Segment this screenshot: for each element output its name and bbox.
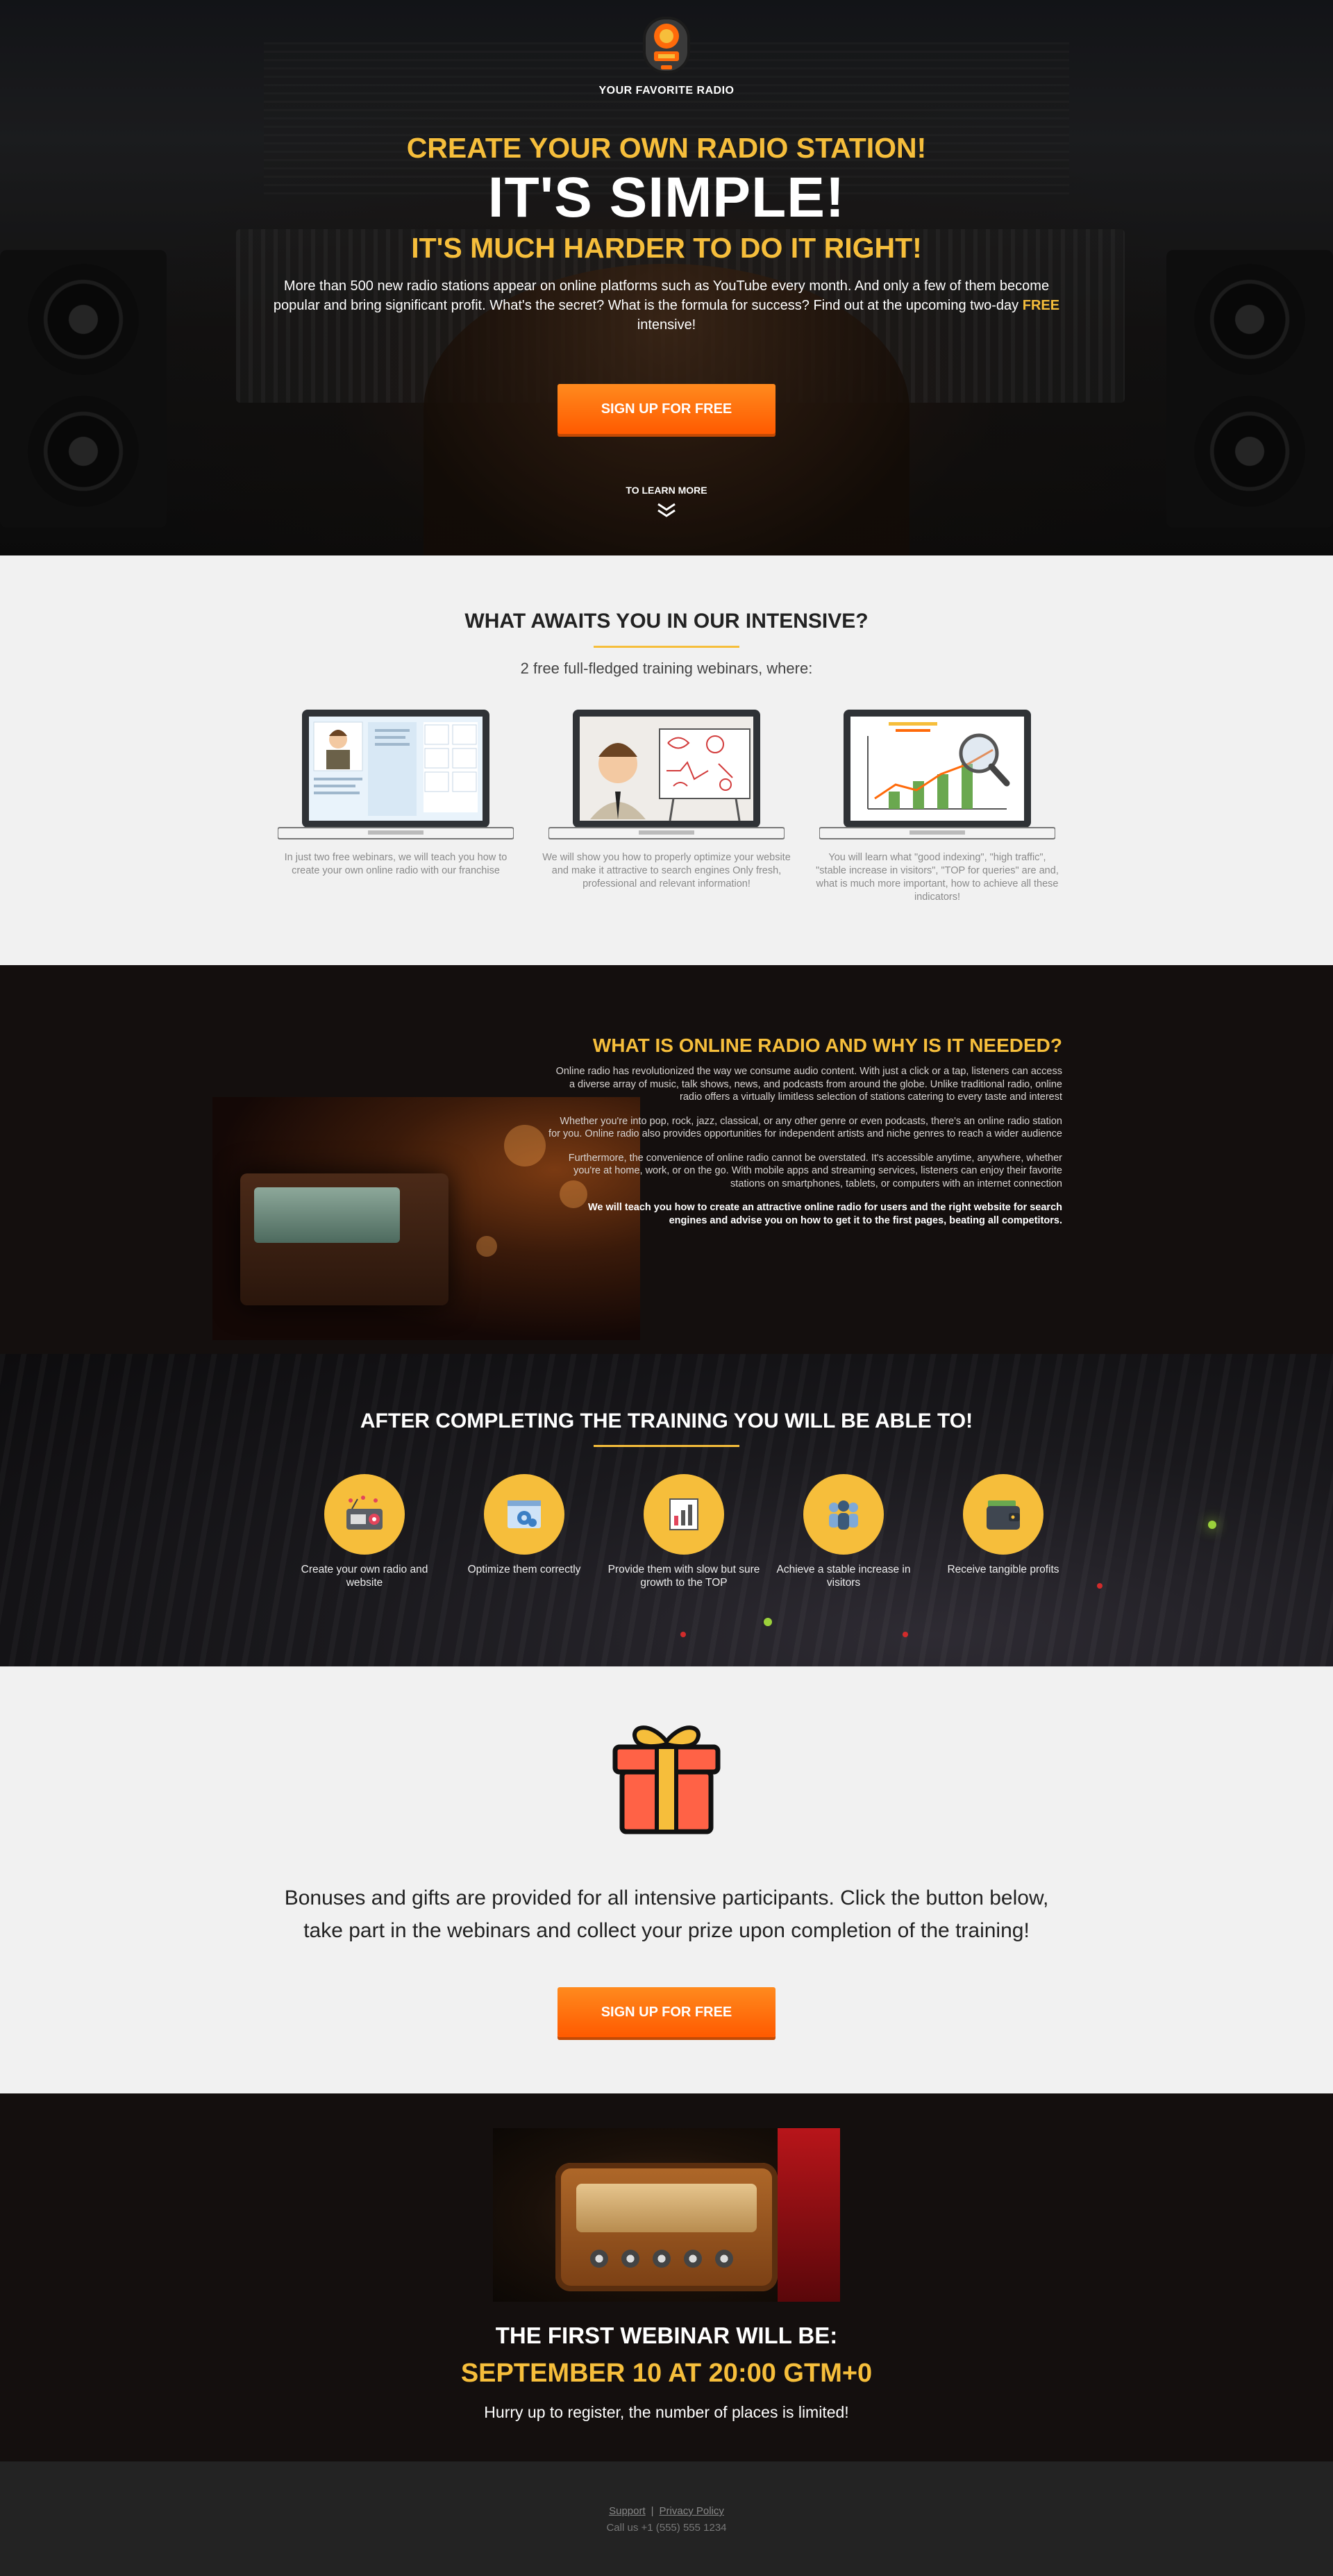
settings-window-icon (508, 1500, 541, 1528)
privacy-policy-link[interactable]: Privacy Policy (660, 2505, 724, 2517)
bar-chart-icon (669, 1498, 698, 1530)
webinar-section: THE FIRST WEBINAR WILL BE: SEPTEMBER 10 … (0, 2093, 1333, 2461)
hero-lead-text: More than 500 new radio stations appear … (273, 278, 1050, 313)
footer-phone: Call us +1 (555) 555 1234 (606, 2522, 727, 2534)
webinar-card: In just two free webinars, we will teach… (271, 708, 521, 878)
awaits-section: WHAT AWAITS YOU IN OUR INTENSIVE? 2 free… (0, 555, 1333, 965)
gift-icon (612, 1725, 721, 1834)
skill-item: Create your own radio and website (285, 1474, 444, 1589)
awaits-title: WHAT AWAITS YOU IN OUR INTENSIVE? (464, 610, 869, 633)
skill-label: Receive tangible profits (947, 1564, 1059, 1575)
awaits-subtitle: 2 free full-fledged training webinars, w… (520, 660, 813, 677)
footer: Support | Privacy Policy Call us +1 (555) … (0, 2461, 1333, 2576)
footer-links: Support | Privacy Policy (0, 2505, 1333, 2517)
skill-item: Achieve a stable increase in visitors (764, 1474, 923, 1589)
bonus-section: Bonuses and gifts are provided for all i… (0, 1666, 1333, 2093)
webinar-card-text: You will learn what "good indexing", "hi… (816, 852, 1059, 903)
title-underline (594, 1445, 739, 1447)
skill-label: Create your own radio and website (301, 1564, 428, 1589)
skill-label: Optimize them correctly (467, 1564, 581, 1575)
online-radio-highlight: We will teach you how to create an attra… (587, 1202, 1062, 1226)
skills-section: AFTER COMPLETING THE TRAINING YOU WILL B… (0, 1354, 1333, 1666)
logo-text: YOUR FAVORITE RADIO (598, 85, 735, 97)
laptop-analytics-icon (819, 710, 1055, 839)
online-radio-paragraph: Online radio has revolutionized the way … (555, 1066, 1062, 1103)
online-radio-text: WHAT IS ONLINE RADIO AND WHY IS IT NEEDE… (548, 1035, 1062, 1238)
webinar-title: THE FIRST WEBINAR WILL BE: (495, 2323, 838, 2348)
online-radio-paragraph: Whether you're into pop, rock, jazz, cla… (548, 1115, 1062, 1140)
people-icon (829, 1500, 858, 1530)
skill-item: Optimize them correctly (444, 1474, 604, 1576)
footer-separator: | (651, 2505, 654, 2517)
hero-lead-end: intensive! (637, 317, 696, 333)
retro-radio-photo (493, 2128, 840, 2302)
hero-lead: More than 500 new radio stations appear … (264, 276, 1069, 335)
hero-kicker: CREATE YOUR OWN RADIO STATION! (406, 132, 927, 164)
radio-icon (346, 1496, 383, 1530)
free-highlight: FREE (1022, 298, 1060, 313)
bonus-text-line: Bonuses and gifts are provided for all i… (284, 1887, 1049, 1909)
webinar-card: We will show you how to properly optimiz… (542, 708, 791, 891)
skill-item: Provide them with slow but sure growth t… (604, 1474, 764, 1589)
skill-item: Receive tangible profits (923, 1474, 1083, 1576)
webinar-card-text: We will show you how to properly optimiz… (542, 852, 791, 889)
skill-label: Achieve a stable increase in visitors (776, 1564, 911, 1589)
hero-section: YOUR FAVORITE RADIO CREATE YOUR OWN RADI… (0, 0, 1333, 555)
hero-subheadline: IT'S MUCH HARDER TO DO IT RIGHT! (411, 232, 922, 264)
title-underline (594, 646, 739, 648)
hero-headline: IT'S SIMPLE! (487, 166, 846, 229)
webinar-notice: Hurry up to register, the number of plac… (484, 2403, 849, 2421)
bonus-text: Bonuses and gifts are provided for all i… (264, 1882, 1069, 1947)
learn-more-link[interactable]: TO LEARN MORE (0, 485, 1333, 496)
laptop-profile-icon (278, 710, 514, 839)
skills-title: AFTER COMPLETING THE TRAINING YOU WILL B… (360, 1410, 973, 1432)
online-radio-section: WHAT IS ONLINE RADIO AND WHY IS IT NEEDE… (0, 965, 1333, 1354)
radio-logo-icon[interactable] (640, 15, 693, 75)
webinar-date: SEPTEMBER 10 AT 20:00 GTM+0 (460, 2359, 873, 2388)
laptop-presenter-icon (548, 710, 785, 839)
skill-label: Provide them with slow but sure growth t… (607, 1564, 760, 1589)
chevron-down-icon[interactable] (656, 501, 677, 519)
online-radio-title: WHAT IS ONLINE RADIO AND WHY IS IT NEEDE… (592, 1035, 1062, 1056)
webinar-card: You will learn what "good indexing", "hi… (812, 708, 1062, 904)
online-radio-paragraph: Furthermore, the convenience of online r… (568, 1152, 1062, 1189)
support-link[interactable]: Support (609, 2505, 646, 2517)
signup-button-bonus[interactable]: SIGN UP FOR FREE (557, 1987, 776, 2037)
webinar-card-text: In just two free webinars, we will teach… (284, 852, 508, 876)
bonus-text-line: take part in the webinars and collect yo… (303, 1919, 1030, 1942)
signup-button-hero[interactable]: SIGN UP FOR FREE (557, 384, 776, 434)
wallet-icon (987, 1500, 1020, 1530)
